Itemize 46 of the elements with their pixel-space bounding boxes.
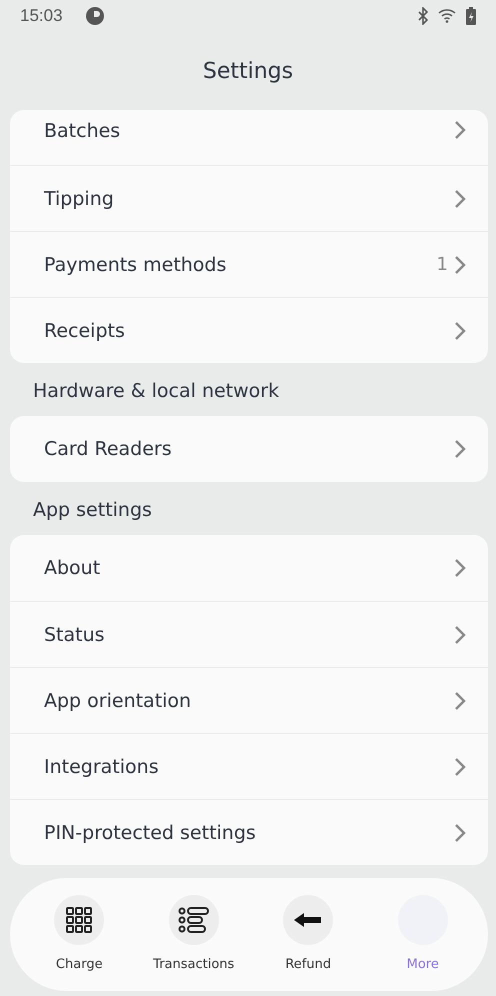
status-time: 15:03 bbox=[20, 6, 63, 26]
row-label: Payments methods bbox=[44, 254, 228, 276]
row-label: PIN-protected settings bbox=[44, 822, 257, 844]
bluetooth-icon bbox=[418, 7, 428, 25]
row-label: Tipping bbox=[44, 188, 115, 210]
settings-row[interactable]: Batches bbox=[10, 110, 488, 165]
nav-tab[interactable]: Transactions bbox=[136, 895, 251, 991]
nav-tab[interactable]: Refund bbox=[251, 895, 366, 991]
row-label: Card Readers bbox=[44, 438, 173, 460]
row-label: App orientation bbox=[44, 690, 192, 712]
settings-row[interactable]: Payments methods 1 bbox=[10, 231, 488, 297]
chevron-icon bbox=[454, 254, 466, 274]
settings-row[interactable]: PIN-protected settings bbox=[10, 799, 488, 865]
wifi-icon bbox=[438, 9, 456, 23]
battery-icon bbox=[466, 7, 476, 25]
row-label: Receipts bbox=[44, 320, 126, 342]
count-label: 1 bbox=[436, 254, 448, 275]
back-arrow-icon bbox=[294, 912, 322, 928]
settings-row[interactable]: Card Readers bbox=[10, 416, 488, 482]
chevron-icon bbox=[454, 188, 466, 208]
chevron-icon bbox=[454, 756, 466, 776]
nav-tab[interactable]: More bbox=[366, 895, 480, 991]
notification-icon bbox=[84, 6, 105, 26]
chevron-icon bbox=[454, 822, 466, 842]
chevron-icon bbox=[454, 558, 466, 578]
row-label: About bbox=[44, 557, 102, 579]
row-label: Integrations bbox=[44, 756, 160, 778]
settings-row[interactable]: App orientation bbox=[10, 667, 488, 733]
nav-tab[interactable]: Charge bbox=[22, 895, 136, 991]
settings-row[interactable]: Receipts bbox=[10, 297, 488, 363]
chevron-icon bbox=[454, 439, 466, 459]
row-label: Status bbox=[44, 624, 106, 646]
chevron-icon bbox=[454, 320, 466, 340]
settings-row[interactable]: Status bbox=[10, 601, 488, 667]
page-title: Settings bbox=[202, 58, 294, 86]
keypad-icon bbox=[65, 906, 94, 934]
chevron-icon bbox=[454, 690, 466, 710]
settings-row[interactable]: Integrations bbox=[10, 733, 488, 799]
row-label: Batches bbox=[44, 120, 122, 142]
list-icon bbox=[178, 907, 210, 933]
section-header: Hardware & local network bbox=[32, 379, 280, 404]
chevron-icon bbox=[454, 624, 466, 644]
settings-row[interactable]: About bbox=[10, 535, 488, 601]
section-header: App settings bbox=[32, 498, 153, 523]
settings-row[interactable]: Tipping bbox=[10, 165, 488, 231]
chevron-icon bbox=[454, 120, 466, 140]
